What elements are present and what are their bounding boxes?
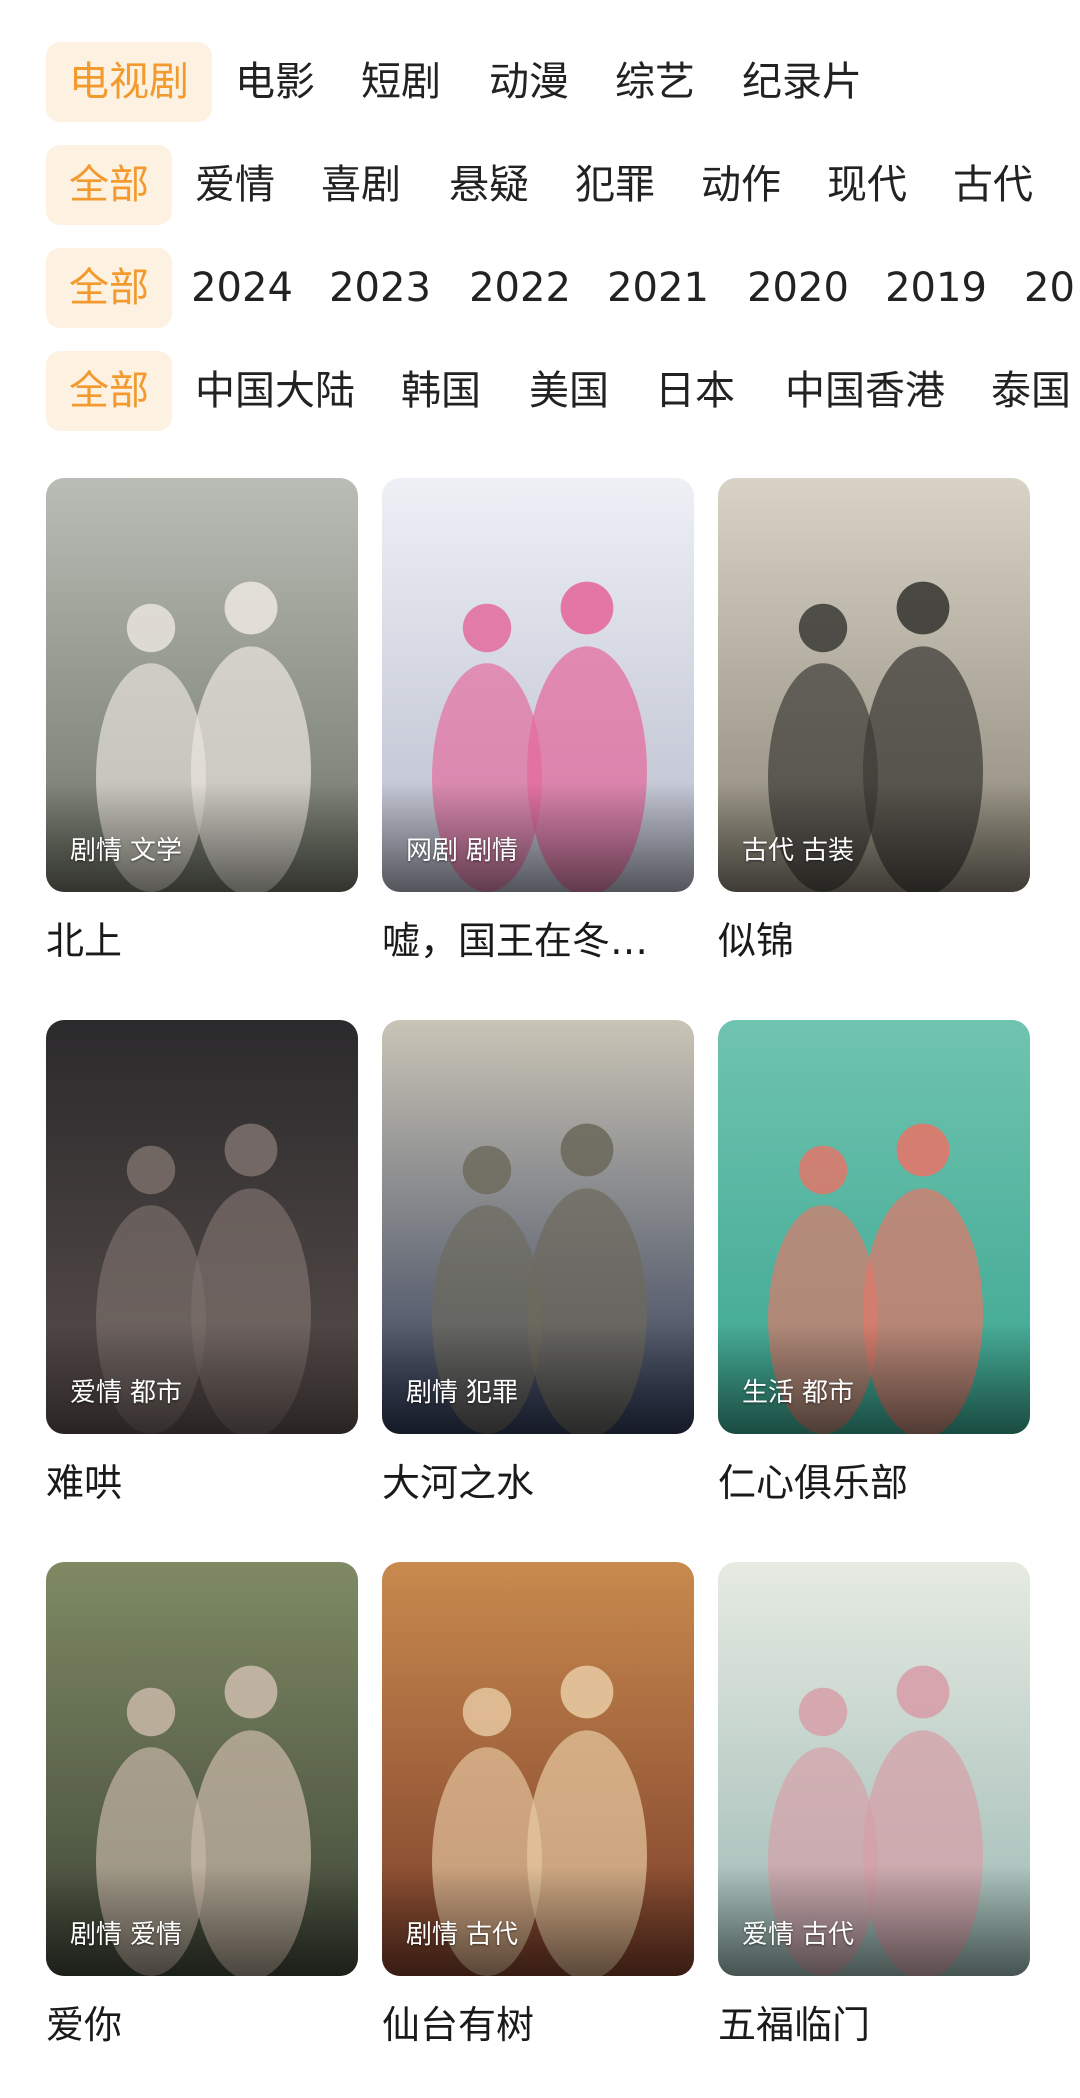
show-card[interactable]: 剧情 爱情 爱你 — [46, 1562, 358, 2050]
region-chip-japan[interactable]: 日本 — [650, 351, 740, 431]
genre-chip-comedy[interactable]: 喜剧 — [316, 145, 406, 225]
genre-chip-all[interactable]: 全部 — [46, 145, 172, 225]
show-card[interactable]: 剧情 古代 仙台有树 — [382, 1562, 694, 2050]
type-chip-variety[interactable]: 综艺 — [610, 42, 700, 122]
show-title[interactable]: 难哄 — [46, 1458, 358, 1508]
year-filter-row: 全部 2024 2023 2022 2021 2020 2019 20 — [0, 248, 1080, 328]
region-chip-korea[interactable]: 韩国 — [396, 351, 486, 431]
genre-filter-row: 全部 爱情 喜剧 悬疑 犯罪 动作 现代 古代 — [0, 145, 1080, 225]
region-filter-row: 全部 中国大陆 韩国 美国 日本 中国香港 泰国 — [0, 351, 1080, 431]
show-card[interactable]: 爱情 古代 五福临门 — [718, 1562, 1030, 2050]
genre-tags: 剧情 古代 — [406, 1920, 519, 1950]
genre-chip-romance[interactable]: 爱情 — [190, 145, 280, 225]
year-chip-2019[interactable]: 2019 — [884, 248, 988, 328]
genre-chip-mystery[interactable]: 悬疑 — [444, 145, 534, 225]
poster-image[interactable]: 剧情 古代 — [382, 1562, 694, 1976]
genre-tags: 古代 古装 — [742, 836, 855, 866]
show-title[interactable]: 仙台有树 — [382, 2000, 694, 2050]
region-chip-usa[interactable]: 美国 — [524, 351, 614, 431]
poster-image[interactable]: 爱情 古代 — [718, 1562, 1030, 1976]
poster-image[interactable]: 剧情 犯罪 — [382, 1020, 694, 1434]
show-title[interactable]: 嘘，国王在冬… — [382, 916, 694, 966]
show-card[interactable]: 古代 古装 似锦 — [718, 478, 1030, 966]
type-chip-movie[interactable]: 电影 — [230, 42, 320, 122]
show-card[interactable]: 剧情 文学 北上 — [46, 478, 358, 966]
region-chip-all[interactable]: 全部 — [46, 351, 172, 431]
year-chip-2022[interactable]: 2022 — [468, 248, 572, 328]
show-title[interactable]: 仁心俱乐部 — [718, 1458, 1030, 1508]
poster-image[interactable]: 爱情 都市 — [46, 1020, 358, 1434]
poster-image[interactable]: 古代 古装 — [718, 478, 1030, 892]
year-chip-more[interactable]: 20 — [1024, 248, 1080, 328]
poster-image[interactable]: 网剧 剧情 — [382, 478, 694, 892]
region-chip-mainland[interactable]: 中国大陆 — [190, 351, 360, 431]
genre-tags: 爱情 古代 — [742, 1920, 855, 1950]
poster-image[interactable]: 剧情 爱情 — [46, 1562, 358, 1976]
genre-chip-ancient[interactable]: 古代 — [948, 145, 1038, 225]
genre-chip-modern[interactable]: 现代 — [822, 145, 912, 225]
year-chip-2023[interactable]: 2023 — [328, 248, 432, 328]
genre-tags: 生活 都市 — [742, 1378, 855, 1408]
year-chip-2024[interactable]: 2024 — [190, 248, 294, 328]
type-chip-anime[interactable]: 动漫 — [484, 42, 574, 122]
genre-tags: 网剧 剧情 — [406, 836, 519, 866]
genre-tags: 剧情 爱情 — [70, 1920, 183, 1950]
show-card[interactable]: 剧情 犯罪 大河之水 — [382, 1020, 694, 1508]
poster-image[interactable]: 剧情 文学 — [46, 478, 358, 892]
genre-tags: 爱情 都市 — [70, 1378, 183, 1408]
year-chip-2021[interactable]: 2021 — [606, 248, 710, 328]
genre-tags: 剧情 犯罪 — [406, 1378, 519, 1408]
genre-chip-action[interactable]: 动作 — [696, 145, 786, 225]
year-chip-2020[interactable]: 2020 — [746, 248, 850, 328]
type-filter-row: 电视剧 电影 短剧 动漫 综艺 纪录片 — [0, 42, 1080, 122]
type-chip-tv[interactable]: 电视剧 — [46, 42, 212, 122]
show-card[interactable]: 爱情 都市 难哄 — [46, 1020, 358, 1508]
show-title[interactable]: 北上 — [46, 916, 358, 966]
genre-tags: 剧情 文学 — [70, 836, 183, 866]
show-card[interactable]: 网剧 剧情 嘘，国王在冬… — [382, 478, 694, 966]
type-chip-short[interactable]: 短剧 — [356, 42, 446, 122]
region-chip-hongkong[interactable]: 中国香港 — [780, 351, 950, 431]
show-title[interactable]: 大河之水 — [382, 1458, 694, 1508]
year-chip-all[interactable]: 全部 — [46, 248, 172, 328]
show-title[interactable]: 似锦 — [718, 916, 1030, 966]
region-chip-thailand[interactable]: 泰国 — [986, 351, 1076, 431]
show-card[interactable]: 生活 都市 仁心俱乐部 — [718, 1020, 1030, 1508]
poster-image[interactable]: 生活 都市 — [718, 1020, 1030, 1434]
type-chip-documentary[interactable]: 纪录片 — [738, 42, 866, 122]
genre-chip-crime[interactable]: 犯罪 — [570, 145, 660, 225]
show-title[interactable]: 五福临门 — [718, 2000, 1030, 2050]
show-title[interactable]: 爱你 — [46, 2000, 358, 2050]
